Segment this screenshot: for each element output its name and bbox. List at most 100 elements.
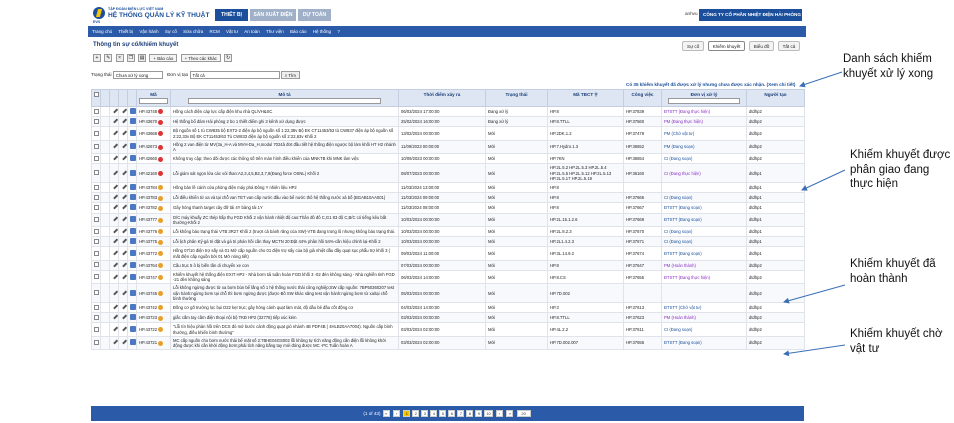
row-checkbox[interactable] [91,226,101,238]
edit-pencil-icon[interactable] [112,238,118,244]
row-checkbox[interactable] [91,105,101,118]
defect-code-text[interactable]: HP.43764 [139,263,157,268]
nav-safety[interactable]: An toàn [244,29,260,34]
page-button[interactable]: 2 [412,410,420,417]
attach-icon[interactable] [121,194,127,200]
book-icon[interactable] [130,326,136,333]
table-row[interactable]: HP.42673 Hồng 2 van điện từ MV(3a_H-A và … [91,139,805,155]
book-row-cell[interactable] [127,116,137,128]
edit-row-cell[interactable] [109,153,119,165]
prev-page-button[interactable]: ‹ [393,410,401,417]
book-row-cell[interactable] [127,246,137,261]
edit-row-cell[interactable] [109,182,119,194]
row-checkbox[interactable] [91,192,101,204]
book-icon[interactable] [130,184,136,191]
col-status[interactable]: Trạng thái [485,89,548,107]
status-filter-select[interactable]: Chưa xử lý xong [112,70,163,79]
table-row[interactable]: HP.43783 Lỗi điều khiển từ xa và tại chỗ … [91,192,805,204]
row-check-box[interactable] [94,143,99,149]
defect-code[interactable]: HP.43775 [136,236,171,248]
edit-pencil-icon[interactable] [112,314,118,320]
defect-job[interactable]: HP.37613 [623,302,662,314]
table-row[interactable]: HP.43777 D/C máy khuấy ZC thép hấp thụ FG… [91,212,805,228]
defect-code[interactable]: HP.43782 [136,202,171,214]
attach-icon[interactable] [121,250,127,256]
defect-code-text[interactable]: HP.43721 [139,340,157,345]
row-check-box[interactable] [94,155,99,161]
row-check-box[interactable] [94,326,99,332]
tab-thiet-bi[interactable]: THIẾT BỊ [215,9,248,21]
pending-confirm-link[interactable]: Có 35 khiếm khuyết đã được xử lý nhưng c… [626,82,795,87]
attach-icon[interactable] [121,130,127,136]
row-checkbox[interactable] [91,312,101,324]
book-row-cell[interactable] [127,192,137,204]
row-check-box[interactable] [94,314,99,320]
row-check-box[interactable] [94,216,99,222]
desc-filter-input[interactable] [188,98,381,104]
book-icon[interactable] [130,273,136,280]
table-row[interactable]: HP.43775 Lỗi lịch phân Kỹ-gà tri đặt và g… [91,236,805,248]
defect-code-text[interactable]: HP.43742 [139,305,157,310]
edit-pencil-icon[interactable] [112,326,118,332]
attach-icon[interactable] [121,228,127,234]
row-checkbox[interactable] [91,212,101,228]
table-row[interactable]: HP.43748 Hồng cách điện cáp lực cấp điện … [91,105,805,118]
edit-pencil-icon[interactable] [112,228,118,234]
book-icon[interactable] [130,143,136,150]
row-checkbox[interactable] [91,182,101,194]
table-row[interactable]: HP.43670 Hệ thống bổ đám Hải phòng 2 bo 1… [91,116,805,128]
attach-icon[interactable] [121,216,127,222]
edit-row-cell[interactable] [109,139,119,155]
edit-row-cell[interactable] [109,246,119,261]
col-creator[interactable]: Người tạo [746,89,805,107]
page-button[interactable]: 7 [457,410,465,417]
row-check-box[interactable] [94,130,99,136]
attach-row-cell[interactable] [118,335,128,351]
attach-row-cell[interactable] [118,202,128,214]
defect-code-text[interactable]: HP.43670 [139,119,157,124]
col-job[interactable]: Công việc [623,89,662,107]
book-icon[interactable] [130,204,136,211]
defect-code-text[interactable]: HP.43748 [139,109,157,114]
table-row[interactable]: HP.43764 Cầu trục 5 ô bị biến tần di chuy… [91,259,805,272]
defect-job[interactable]: HP.37623 [623,312,662,324]
book-row-cell[interactable] [127,212,137,228]
defect-job[interactable]: HP.37671 [623,236,662,248]
nav-help[interactable]: ? [337,29,340,34]
edit-row-cell[interactable] [109,259,119,272]
unit-filter-dropdown[interactable] [668,98,740,104]
table-row[interactable]: HP.43723 giắc cắm tay cầm điện thoại nội … [91,312,805,324]
row-checkbox[interactable] [91,283,101,304]
attach-icon[interactable] [121,238,127,244]
edit-pencil-icon[interactable] [112,143,118,149]
defect-job[interactable]: HP.37667 [623,202,662,214]
edit-pencil-icon[interactable] [112,204,118,210]
defect-code-text[interactable]: HP.42660 [139,156,157,161]
row-check-box[interactable] [94,238,99,244]
book-icon[interactable] [130,250,136,257]
options-button[interactable]: + Theo các khác [180,54,221,62]
defect-code[interactable]: HP.43745 [136,283,171,304]
nav-system[interactable]: Hệ thống [313,29,331,34]
row-checkbox[interactable] [91,163,101,184]
book-row-cell[interactable] [127,153,137,165]
book-icon[interactable] [130,304,136,311]
attach-icon[interactable] [121,262,127,268]
defect-code-text[interactable]: HP.43722 [139,327,157,332]
defect-code-text[interactable]: HP.43782 [139,205,157,210]
edit-pencil-icon[interactable] [112,290,118,296]
book-row-cell[interactable] [127,335,137,351]
defect-code-text[interactable]: HP.43745 [139,291,157,296]
defect-code[interactable]: HP.43776 [136,226,171,238]
row-check-box[interactable] [94,184,99,190]
nav-materials[interactable]: Vật tư [226,29,238,34]
page-button[interactable]: 4 [430,410,438,417]
print-icon[interactable]: ▤ [138,54,147,62]
book-icon[interactable] [130,228,136,235]
defect-job[interactable]: HP.37839 [623,105,662,118]
report-button[interactable]: + Báo cáo [149,54,178,62]
attach-icon[interactable] [121,339,127,345]
attach-icon[interactable] [121,108,127,114]
attach-row-cell[interactable] [118,192,128,204]
defect-code[interactable]: HP.42673 [136,139,171,155]
